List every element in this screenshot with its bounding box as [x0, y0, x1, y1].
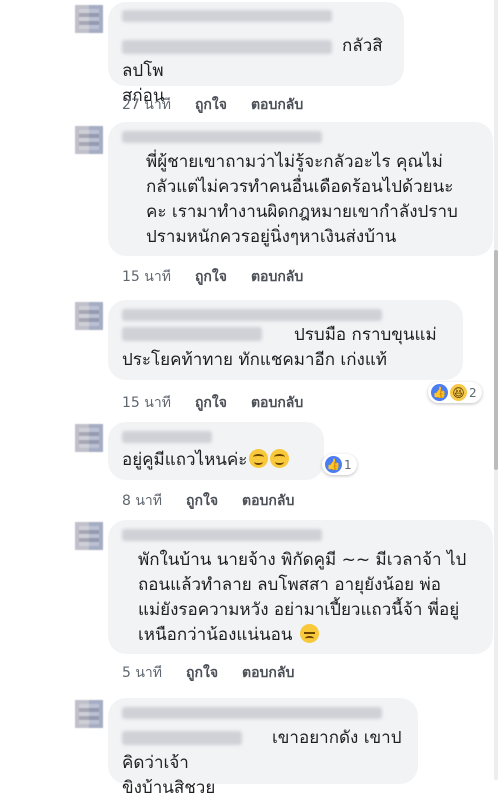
smiling-face-icon	[270, 449, 290, 468]
comment-meta: 15 นาที ถูกใจ ตอบกลับ	[122, 392, 303, 414]
like-link[interactable]: ถูกใจ	[195, 266, 227, 288]
comment-bubble: อยู่คูมีแถวไหนค่ะ	[108, 422, 324, 480]
like-link[interactable]: ถูกใจ	[186, 490, 218, 512]
comment-text: เขาอยากดัง เขาปคิดว่าเจ้า ขิงบ้านสิชวย	[122, 728, 402, 798]
thumbs-up-icon: 👍	[431, 384, 448, 401]
reply-link[interactable]: ตอบกลับ	[242, 662, 294, 684]
reaction-count: 2	[469, 385, 477, 400]
comment-meta: 15 นาที ถูกใจ ตอบกลับ	[122, 266, 303, 288]
comment-bubble: เขาอยากดัง เขาปคิดว่าเจ้า ขิงบ้านสิชวย	[108, 698, 418, 798]
reaction-summary[interactable]: 👍 1	[322, 454, 357, 475]
comment-bubble: พี่ผู้ชายเขาถามว่าไม่รู้จะกลัวอะไร คุณไม…	[108, 122, 493, 256]
laughing-face-icon: 😆	[450, 384, 467, 401]
timestamp: 15 นาที	[122, 269, 171, 285]
avatar[interactable]	[75, 424, 103, 452]
avatar[interactable]	[75, 302, 103, 330]
avatar[interactable]	[75, 522, 103, 550]
avatar[interactable]	[75, 700, 103, 728]
comment-text: พักในบ้าน นายจ้าง พิกัดคูมี ~~ มีเวลาจ้า…	[138, 548, 483, 648]
avatar[interactable]	[75, 5, 103, 33]
like-link[interactable]: ถูกใจ	[195, 392, 227, 414]
comment-meta: 5 นาที ถูกใจ ตอบกลับ	[122, 662, 294, 684]
comment-meta: 8 นาที ถูกใจ ตอบกลับ	[122, 490, 294, 512]
blurred-author-name	[122, 309, 382, 321]
reaction-summary[interactable]: 👍 😆 2	[428, 382, 482, 403]
reply-link[interactable]: ตอบกลับ	[251, 94, 303, 116]
reaction-count: 1	[344, 457, 352, 472]
timestamp: 15 นาที	[122, 395, 171, 411]
blurred-author-name	[122, 707, 382, 719]
comment-meta: 27 นาที ถูกใจ ตอบกลับ	[122, 94, 303, 116]
avatar[interactable]	[75, 126, 103, 154]
comment-bubble: ปรบมือ กราบขุนแม่ ประโยคท้าทาย ทักแชคมาอ…	[108, 300, 463, 380]
blurred-author-name	[122, 131, 322, 143]
comment-text: ปรบมือ กราบขุนแม่ ประโยคท้าทาย ทักแชคมาอ…	[122, 325, 437, 370]
scrollbar-thumb[interactable]	[494, 250, 498, 470]
blurred-author-name	[122, 10, 332, 22]
comment-bubble: กลัวสิลปโพ สก่อน	[108, 2, 404, 106]
smiling-face-icon	[249, 449, 269, 468]
reply-link[interactable]: ตอบกลับ	[242, 490, 294, 512]
timestamp: 27 นาที	[122, 97, 171, 113]
scrollbar[interactable]	[494, 0, 498, 780]
comment-text: อยู่คูมีแถวไหนค่ะ	[122, 448, 314, 473]
like-link[interactable]: ถูกใจ	[186, 662, 218, 684]
timestamp: 5 นาที	[122, 665, 163, 681]
worried-face-icon	[299, 624, 319, 643]
comment-bubble: พักในบ้าน นายจ้าง พิกัดคูมี ~~ มีเวลาจ้า…	[108, 520, 493, 654]
comment-text-body: อยู่คูมีแถวไหนค่ะ	[122, 450, 248, 470]
timestamp: 8 นาที	[122, 493, 163, 509]
comment-text: พี่ผู้ชายเขาถามว่าไม่รู้จะกลัวอะไร คุณไม…	[146, 152, 458, 247]
blurred-author-name	[122, 529, 322, 541]
reply-link[interactable]: ตอบกลับ	[251, 392, 303, 414]
thumbs-up-icon: 👍	[325, 456, 342, 473]
reply-link[interactable]: ตอบกลับ	[251, 266, 303, 288]
blurred-author-name	[122, 431, 212, 443]
like-link[interactable]: ถูกใจ	[195, 94, 227, 116]
